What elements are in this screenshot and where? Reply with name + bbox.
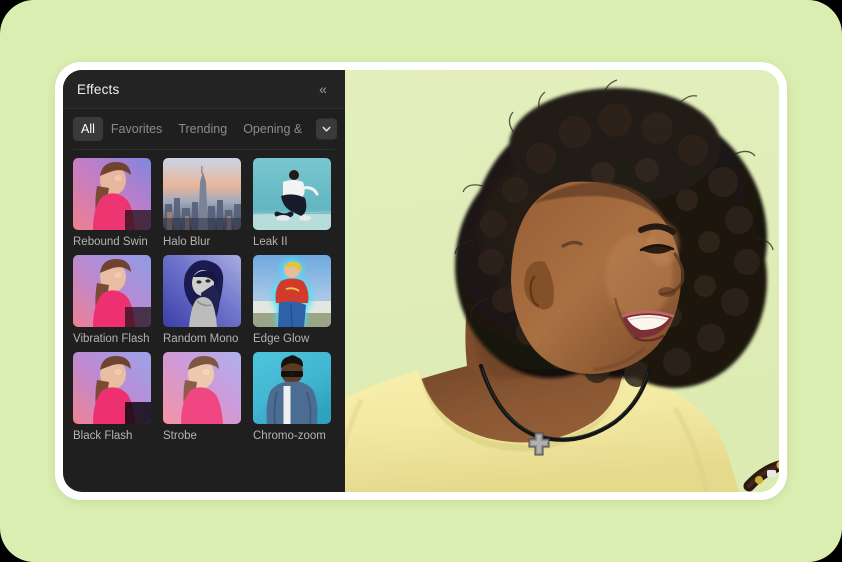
panel-header: Effects « bbox=[63, 70, 345, 109]
device-screen: Effects « All Favorites Trending Opening… bbox=[63, 70, 779, 492]
effect-label: Edge Glow bbox=[253, 332, 310, 345]
effect-thumbnail[interactable] bbox=[163, 254, 241, 327]
effect-label: Leak II bbox=[253, 236, 288, 248]
page-canvas: Effects « All Favorites Trending Opening… bbox=[0, 0, 842, 562]
effect-item[interactable]: Random Mono bbox=[163, 254, 253, 347]
effect-thumbnail[interactable] bbox=[163, 351, 241, 424]
effect-label: Random Mono bbox=[163, 332, 239, 345]
effects-panel: Effects « All Favorites Trending Opening… bbox=[63, 70, 345, 492]
chevron-down-icon[interactable] bbox=[316, 118, 337, 140]
device-frame: Effects « All Favorites Trending Opening… bbox=[55, 62, 787, 500]
effects-grid: Rebound Swin Halo Blur Leak II Vibration… bbox=[63, 150, 345, 492]
effect-label: Black Flash bbox=[73, 429, 133, 442]
effect-thumbnail[interactable] bbox=[73, 158, 151, 230]
effect-item[interactable]: Vibration Flash bbox=[73, 254, 163, 347]
effect-label: Chromo-zoom bbox=[253, 429, 326, 442]
effect-thumbnail[interactable] bbox=[253, 351, 331, 424]
effect-item[interactable]: Black Flash bbox=[73, 351, 163, 444]
tab-opening[interactable]: Opening & bbox=[235, 117, 310, 142]
category-tab-bar: All Favorites Trending Opening & bbox=[63, 109, 345, 149]
effect-item[interactable]: Edge Glow bbox=[253, 254, 343, 347]
effect-label: Strobe bbox=[163, 429, 197, 442]
effect-thumbnail[interactable] bbox=[253, 254, 331, 327]
effect-thumbnail[interactable] bbox=[73, 254, 151, 327]
effect-thumbnail[interactable] bbox=[163, 158, 241, 230]
effect-item[interactable]: Leak II bbox=[253, 158, 343, 250]
tab-all[interactable]: All bbox=[73, 116, 103, 142]
effect-thumbnail[interactable] bbox=[253, 158, 331, 230]
double-chevron-left-icon[interactable]: « bbox=[313, 79, 333, 99]
effect-label: Vibration Flash bbox=[73, 332, 150, 345]
effect-thumbnail[interactable] bbox=[73, 351, 151, 424]
effect-item[interactable]: Chromo-zoom bbox=[253, 351, 343, 444]
effect-item[interactable]: Strobe bbox=[163, 351, 253, 444]
tab-favorites[interactable]: Favorites bbox=[103, 117, 170, 142]
effect-label: Halo Blur bbox=[163, 236, 211, 248]
effect-item[interactable]: Halo Blur bbox=[163, 158, 253, 250]
tab-trending[interactable]: Trending bbox=[170, 117, 235, 142]
effect-label: Rebound Swin bbox=[73, 236, 148, 248]
effect-item[interactable]: Rebound Swin bbox=[73, 158, 163, 250]
page-title: Effects bbox=[77, 81, 120, 97]
